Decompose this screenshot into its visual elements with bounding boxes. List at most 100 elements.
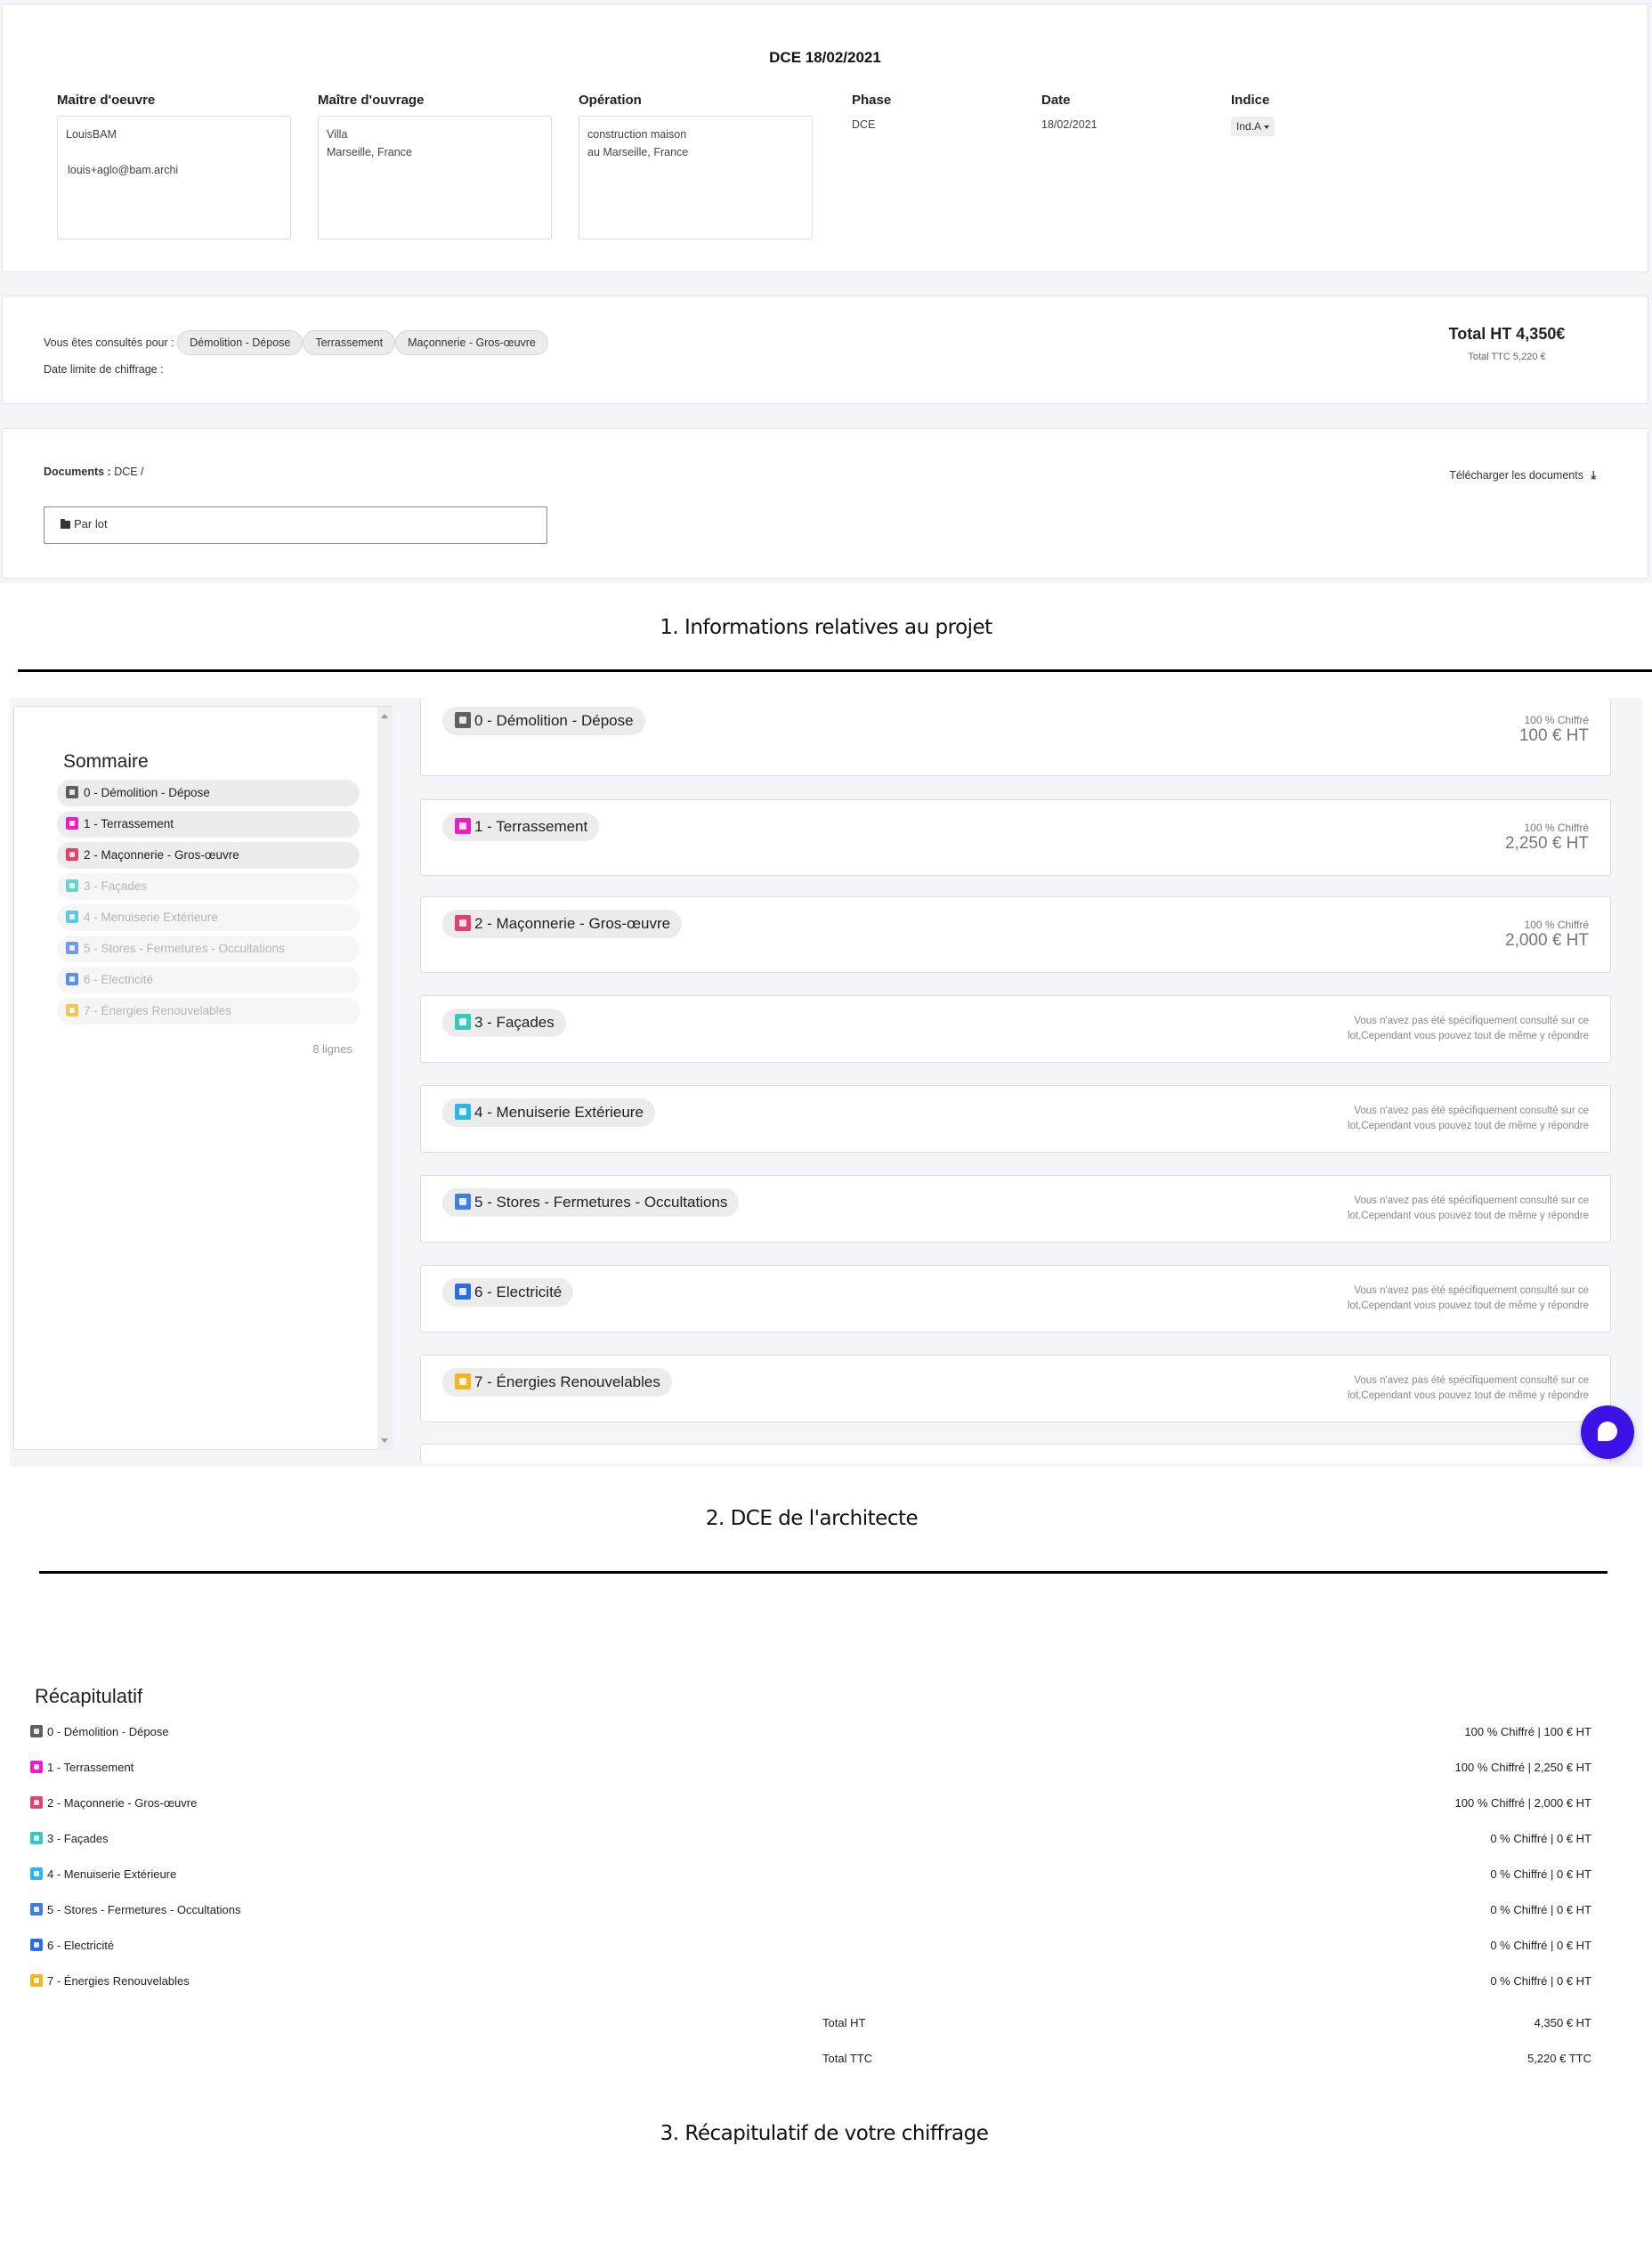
recap-row-text: 3 - Façades — [47, 1832, 109, 1845]
maconnerie-icon — [66, 848, 78, 861]
lot-note: Vous n'avez pas été spécifiquement consu… — [1348, 1014, 1589, 1044]
indice-dropdown[interactable]: Ind.A — [1231, 117, 1275, 136]
lot-card[interactable]: 2 - Maçonnerie - Gros-œuvre 100 % Chiffré… — [420, 896, 1611, 973]
chat-button[interactable] — [1581, 1405, 1634, 1459]
terrassement-icon — [66, 817, 78, 830]
lot-card[interactable]: 0 - Démolition - Dépose 100 % Chiffré 100 … — [420, 698, 1611, 776]
recap-row-label: 0 - Démolition - Dépose — [30, 1725, 169, 1738]
lot-card[interactable]: 3 - Façades Vous n'avez pas été spécifiqu… — [420, 995, 1611, 1063]
lot-card[interactable]: 1 - Terrassement 100 % Chiffré 2,250 € HT — [420, 799, 1611, 876]
lot-title: 0 - Démolition - Dépose — [474, 712, 634, 729]
caption-section1: 1. Informations relatives au projet — [660, 616, 992, 639]
sommaire-item[interactable]: 0 - Démolition - Dépose — [57, 780, 360, 806]
download-documents-link[interactable]: Télécharger les documents ⤓ — [1449, 469, 1596, 482]
indice-value: Ind.A — [1236, 120, 1262, 133]
sommaire-item[interactable]: 2 - Maçonnerie - Gros-œuvre — [57, 842, 360, 869]
recap-row-text: 4 - Menuiserie Extérieure — [47, 1867, 177, 1881]
lot-note-line: Vous n'avez pas été spécifiquement consu… — [1354, 1106, 1589, 1116]
recap-row-text: 2 - Maçonnerie - Gros-œuvre — [47, 1796, 198, 1810]
consulted-lot-pill[interactable]: Maçonnerie - Gros-œuvre — [395, 330, 548, 355]
lot-title: 4 - Menuiserie Extérieure — [474, 1104, 644, 1121]
recap-row-text: 0 - Démolition - Dépose — [47, 1725, 169, 1738]
lot-card[interactable]: 4 - Menuiserie Extérieure Vous n'avez pas… — [420, 1085, 1611, 1153]
total-ttc: Total TTC 5,220 € — [1468, 352, 1546, 362]
sommaire-item[interactable]: 4 - Menuiserie Extérieure — [57, 904, 360, 931]
lot-title-pill[interactable]: 3 - Façades — [442, 1008, 566, 1037]
documents-path[interactable]: DCE / — [114, 466, 143, 478]
scroll-up-icon[interactable] — [381, 714, 388, 718]
lot-note-line: Vous n'avez pas été spécifiquement consu… — [1354, 1375, 1589, 1386]
download-label: Télécharger les documents — [1449, 469, 1583, 482]
recap-row-label: 3 - Façades — [30, 1832, 109, 1845]
recap-row-text: 5 - Stores - Fermetures - Occultations — [47, 1903, 241, 1916]
lot-card[interactable]: 7 - Énergies Renouvelables Vous n'avez pa… — [420, 1355, 1611, 1422]
date-value: 18/02/2021 — [1041, 118, 1097, 131]
recap-row-text: 6 - Electricité — [47, 1939, 115, 1952]
lot-pricing: 100 % Chiffré 100 € HT — [1519, 714, 1589, 746]
recap-row-value: 0 % Chiffré | 0 € HT — [1490, 1867, 1591, 1881]
lot-title-pill[interactable]: 6 - Electricité — [442, 1278, 574, 1307]
maitre-ouvrage-box: Villa Marseille, France — [318, 116, 552, 239]
maitre-ouvrage-line1: Villa — [327, 128, 348, 141]
lot-title-pill[interactable]: 0 - Démolition - Dépose — [442, 707, 645, 735]
chat-icon — [1598, 1422, 1617, 1441]
lot-note: Vous n'avez pas été spécifiquement consu… — [1348, 1284, 1589, 1314]
maitre-oeuvre-email[interactable]: louis+aglo@bam.archi — [66, 161, 282, 179]
recap-row-label: 7 - Énergies Renouvelables — [30, 1974, 190, 1988]
demolition-icon — [455, 712, 471, 728]
electricite-icon — [66, 973, 78, 985]
terrassement-icon — [455, 818, 471, 834]
sommaire-item[interactable]: 3 - Façades — [57, 873, 360, 900]
recap-total-ht-value: 4,350 € HT — [1534, 2016, 1591, 2029]
lot-title: 6 - Electricité — [474, 1284, 563, 1300]
recap-row: 1 - Terrassement 100 % Chiffré | 2,250 € … — [30, 1761, 1591, 1778]
recap-total-ttc-value: 5,220 € TTC — [1526, 2052, 1591, 2065]
caption-section3: 3. Récapitulatif de votre chiffrage — [660, 2122, 989, 2145]
lot-note-line: Vous n'avez pas été spécifiquement consu… — [1354, 1195, 1589, 1206]
facade-icon — [30, 1832, 43, 1844]
documents-view-select[interactable]: Par lot — [44, 506, 547, 544]
menuiserie-icon — [30, 1867, 43, 1880]
consultation-row: Vous êtes consultés pour : Démolition - … — [44, 330, 548, 355]
consulted-lot-pill[interactable]: Terrassement — [303, 330, 396, 355]
stores-icon — [455, 1194, 471, 1210]
sommaire-item[interactable]: 7 - Énergies Renouvelables — [57, 998, 360, 1025]
maitre-ouvrage-line2: Marseille, France — [327, 146, 412, 158]
lot-title-pill[interactable]: 5 - Stores - Fermetures - Occultations — [442, 1188, 740, 1217]
terrassement-icon — [30, 1761, 43, 1773]
facade-icon — [66, 879, 78, 892]
lot-title-pill[interactable]: 7 - Énergies Renouvelables — [442, 1368, 672, 1397]
lot-title: 1 - Terrassement — [474, 818, 588, 835]
consultation-card: Vous êtes consultés pour : Démolition - … — [2, 296, 1648, 404]
maconnerie-icon — [30, 1796, 43, 1809]
lot-note-line: lot,Cependant vous pouvez tout de même y… — [1347, 1390, 1589, 1401]
lot-title-pill[interactable]: 1 - Terrassement — [442, 813, 600, 841]
sommaire-item[interactable]: 1 - Terrassement — [57, 811, 360, 838]
facade-icon — [455, 1014, 471, 1030]
lot-card[interactable]: 5 - Stores - Fermetures - Occultations Vo… — [420, 1175, 1611, 1243]
sommaire-item[interactable]: 6 - Electricité — [57, 967, 360, 993]
maitre-oeuvre-name: LouisBAM — [66, 128, 117, 141]
recap-row-label: 5 - Stores - Fermetures - Occultations — [30, 1903, 240, 1916]
recap-row-value: 100 % Chiffré | 100 € HT — [1464, 1725, 1591, 1738]
lot-card[interactable]: 6 - Electricité Vous n'avez pas été spéci… — [420, 1265, 1611, 1332]
lot-title-pill[interactable]: 2 - Maçonnerie - Gros-œuvre — [442, 910, 683, 938]
lot-title: 3 - Façades — [474, 1014, 555, 1031]
scroll-down-icon[interactable] — [381, 1438, 388, 1443]
lot-note: Vous n'avez pas été spécifiquement consu… — [1348, 1373, 1589, 1404]
sidebar-scrollbar[interactable] — [377, 707, 393, 1450]
lot-amount: 2,000 € HT — [1505, 931, 1589, 950]
sommaire-sidebar: Sommaire 0 - Démolition - Dépose 1 - Terr… — [13, 706, 393, 1450]
consultation-label: Vous êtes consultés pour : — [44, 336, 174, 349]
maconnerie-icon — [455, 915, 471, 931]
consulted-lot-pill[interactable]: Démolition - Dépose — [177, 330, 304, 355]
recap-row-value: 0 % Chiffré | 0 € HT — [1490, 1903, 1591, 1916]
lot-note-line: lot,Cependant vous pouvez tout de même y… — [1347, 1300, 1589, 1311]
recap-row: 5 - Stores - Fermetures - Occultations 0 … — [30, 1903, 1591, 1921]
sommaire-item[interactable]: 5 - Stores - Fermetures - Occultations — [57, 936, 360, 962]
recap-row: 4 - Menuiserie Extérieure 0 % Chiffré | 0… — [30, 1867, 1591, 1885]
caret-down-icon — [1264, 125, 1270, 129]
lot-title-pill[interactable]: 4 - Menuiserie Extérieure — [442, 1098, 655, 1127]
lot-note-line: Vous n'avez pas été spécifiquement consu… — [1354, 1285, 1589, 1296]
divider — [18, 669, 1652, 672]
